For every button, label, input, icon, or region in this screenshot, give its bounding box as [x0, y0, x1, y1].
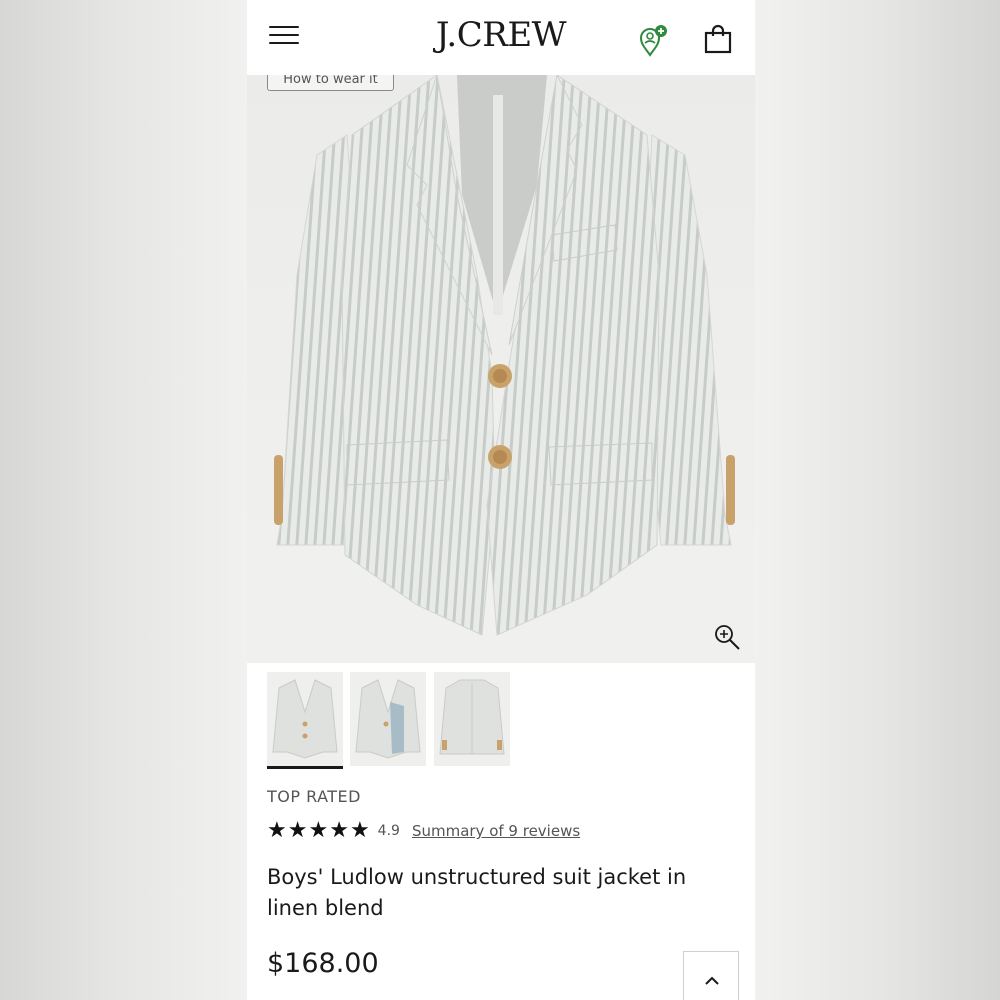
star-icon: ★ [308, 818, 329, 843]
phone-screen: J.CREW How to wear it TOP RATED ★ ★ ★ ★ … [247, 0, 755, 1000]
thumbnail-open-lining[interactable] [350, 672, 426, 766]
top-rated-badge: TOP RATED [267, 787, 361, 806]
store-locator-icon[interactable] [636, 22, 672, 58]
brand-logo[interactable]: J.CREW [247, 15, 755, 55]
thumbnail-back[interactable] [434, 672, 510, 766]
jacket-illustration [274, 75, 735, 636]
site-header: J.CREW [247, 0, 755, 75]
chevron-up-icon [705, 976, 719, 985]
thumbnail-back-image [434, 672, 510, 766]
thumbnail-front[interactable] [267, 672, 343, 769]
rating-value: 4.9 [377, 823, 400, 839]
thumbnail-front-image [267, 672, 343, 766]
product-title: Boys' Ludlow unstructured suit jacket in… [267, 865, 687, 920]
star-icon: ★ [267, 818, 287, 843]
how-to-wear-button[interactable]: How to wear it [267, 75, 394, 91]
thumbnail-open-lining-image [350, 672, 426, 766]
star-icon: ★ [329, 818, 349, 843]
shopping-bag-icon[interactable] [703, 24, 733, 54]
star-rating: ★ ★ ★ ★ ★ [267, 820, 370, 842]
zoom-in-icon[interactable] [713, 623, 741, 651]
back-to-top-button[interactable] [683, 951, 739, 1000]
star-icon: ★ [349, 818, 370, 843]
rating-row: ★ ★ ★ ★ ★ 4.9 Summary of 9 reviews [267, 818, 580, 844]
star-icon: ★ [287, 818, 308, 843]
product-price: $168.00 [267, 948, 379, 979]
product-image[interactable]: How to wear it [247, 75, 755, 663]
reviews-summary-link[interactable]: Summary of 9 reviews [412, 822, 580, 840]
